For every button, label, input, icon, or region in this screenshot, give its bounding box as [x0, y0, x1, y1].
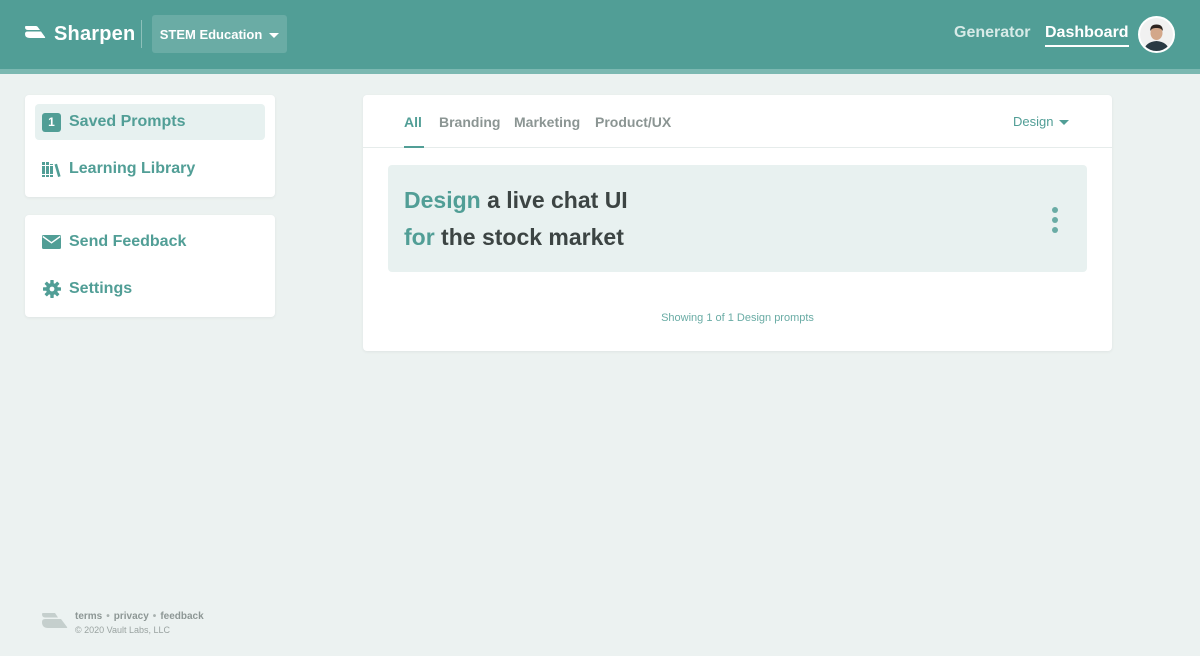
saved-prompt-card[interactable]: Design a live chat UI for the stock mark… — [388, 165, 1087, 272]
sidebar-item-label: Settings — [69, 280, 133, 297]
prompt-line-1: Design a live chat UI — [404, 187, 628, 214]
kebab-dot — [1052, 227, 1058, 233]
top-header: Sharpen STEM Education Generator Dashboa… — [0, 0, 1200, 74]
avatar-icon — [1140, 18, 1173, 51]
nav-generator[interactable]: Generator — [954, 24, 1030, 42]
footer-separator: • — [152, 611, 157, 622]
prompt-type-filter-label: Design — [1013, 114, 1054, 129]
organization-select-label: STEM Education — [159, 26, 263, 42]
prompt-keyword: for — [404, 224, 435, 250]
prompt-line-2: for the stock market — [404, 224, 624, 251]
footer-link-terms[interactable]: terms — [75, 611, 102, 622]
caret-down-icon — [269, 32, 280, 38]
more-options-icon[interactable] — [1051, 207, 1059, 233]
prompt-text: the stock market — [434, 224, 624, 250]
footer-separator: • — [106, 611, 110, 622]
kebab-dot — [1052, 207, 1058, 213]
results-count: Showing 1 of 1 Design prompts — [661, 312, 814, 324]
sidebar-item-label: Learning Library — [69, 160, 196, 177]
user-avatar[interactable] — [1138, 16, 1175, 53]
saved-prompts-count-badge: 1 — [42, 112, 61, 132]
nav-dashboard[interactable]: Dashboard — [1045, 24, 1129, 47]
footer-links: terms • privacy • feedback — [75, 611, 204, 622]
tab-branding[interactable]: Branding — [439, 114, 500, 130]
books-icon — [42, 160, 61, 179]
active-tab-indicator — [404, 146, 424, 148]
prompt-text: a live chat UI — [480, 187, 628, 213]
kebab-dot — [1052, 217, 1058, 223]
brand[interactable]: Sharpen — [24, 20, 135, 48]
footer-logo-icon — [42, 613, 68, 628]
brand-name: Sharpen — [54, 22, 136, 45]
sharpen-logo-icon — [25, 26, 46, 38]
tab-all[interactable]: All — [404, 114, 422, 130]
organization-select[interactable]: STEM Education — [152, 15, 287, 53]
sidebar-secondary-card: Send Feedback Settings — [25, 215, 275, 317]
sidebar-item-learning-library[interactable]: Learning Library — [35, 151, 265, 187]
sidebar-primary-card: 1 Saved Prompts Learning Library — [25, 95, 275, 197]
envelope-icon — [42, 233, 61, 252]
gear-icon — [42, 280, 61, 299]
copyright: © 2020 Vault Labs, LLC — [75, 625, 171, 635]
brand-divider — [141, 20, 142, 48]
sidebar-item-label: Saved Prompts — [69, 113, 186, 130]
prompt-type-filter[interactable]: Design — [1013, 114, 1070, 129]
tab-marketing[interactable]: Marketing — [514, 114, 580, 130]
sidebar-item-settings[interactable]: Settings — [35, 271, 265, 307]
footer-link-privacy[interactable]: privacy — [114, 611, 149, 622]
sidebar-item-saved-prompts[interactable]: 1 Saved Prompts — [35, 104, 265, 140]
category-tabs: All Branding Marketing Product/UX Design — [363, 95, 1112, 148]
sidebar-item-label: Send Feedback — [69, 233, 187, 250]
footer-link-feedback[interactable]: feedback — [160, 611, 203, 622]
sidebar-item-send-feedback[interactable]: Send Feedback — [35, 224, 265, 260]
tab-product-ux[interactable]: Product/UX — [595, 114, 671, 130]
prompts-panel: All Branding Marketing Product/UX Design… — [363, 95, 1112, 351]
caret-down-icon — [1059, 120, 1070, 125]
prompt-keyword: Design — [404, 187, 481, 213]
